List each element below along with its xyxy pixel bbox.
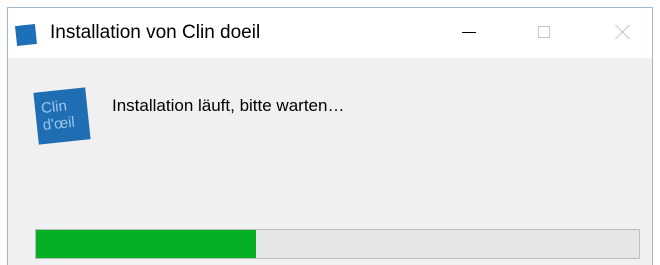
- close-button[interactable]: [600, 10, 646, 54]
- installer-body: Clin d'œil Installation läuft, bitte war…: [8, 58, 652, 265]
- app-logo-icon: [15, 24, 37, 46]
- minimize-icon: [462, 31, 476, 33]
- clin-doeil-logo: Clin d'œil: [33, 87, 91, 145]
- progress-fill: [36, 230, 257, 258]
- close-icon: [615, 24, 631, 40]
- installation-progress-bar: [35, 229, 640, 259]
- logo-line-2: d'œil: [42, 113, 76, 135]
- installation-status: Installation läuft, bitte warten…: [112, 96, 345, 115]
- maximize-button[interactable]: [521, 10, 567, 54]
- maximize-icon: [538, 26, 550, 38]
- window-title: Installation von Clin doeil: [50, 22, 261, 43]
- minimize-button[interactable]: [446, 10, 492, 54]
- installer-window: Installation von Clin doeil Clin d'œil I…: [7, 7, 653, 265]
- title-bar[interactable]: Installation von Clin doeil: [8, 8, 652, 58]
